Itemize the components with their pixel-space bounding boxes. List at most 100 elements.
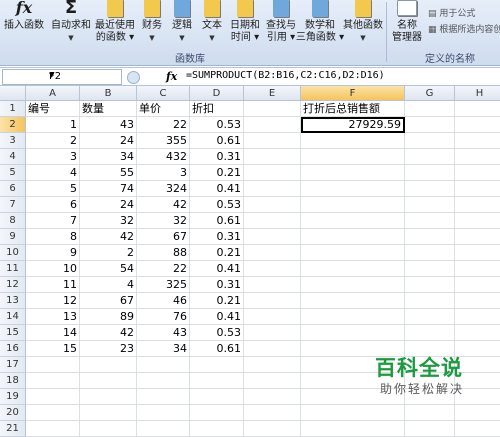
cell-b2[interactable]: 43 bbox=[80, 117, 137, 133]
cell-g11[interactable] bbox=[405, 261, 455, 277]
cell-d6[interactable]: 0.41 bbox=[190, 181, 244, 197]
cell-h7[interactable] bbox=[455, 197, 500, 213]
select-all-corner[interactable] bbox=[0, 86, 26, 101]
cell-d15[interactable]: 0.53 bbox=[190, 325, 244, 341]
cell-c2[interactable]: 22 bbox=[137, 117, 190, 133]
cell-e9[interactable] bbox=[244, 229, 301, 245]
column-header-e[interactable]: E bbox=[244, 86, 301, 101]
cell-d12[interactable]: 0.31 bbox=[190, 277, 244, 293]
row-header-6[interactable]: 6 bbox=[0, 181, 26, 197]
cell-e8[interactable] bbox=[244, 213, 301, 229]
cell-b17[interactable] bbox=[80, 357, 137, 373]
cell-h11[interactable] bbox=[455, 261, 500, 277]
cell-b6[interactable]: 74 bbox=[80, 181, 137, 197]
date-time-button[interactable]: 日期和 时间 ▾ bbox=[228, 0, 262, 48]
cell-h3[interactable] bbox=[455, 133, 500, 149]
row-header-8[interactable]: 8 bbox=[0, 213, 26, 229]
cell-d19[interactable] bbox=[190, 389, 244, 405]
cell-d21[interactable] bbox=[190, 421, 244, 437]
cell-c15[interactable]: 43 bbox=[137, 325, 190, 341]
cell-a14[interactable]: 13 bbox=[26, 309, 80, 325]
row-header-4[interactable]: 4 bbox=[0, 149, 26, 165]
cell-c6[interactable]: 324 bbox=[137, 181, 190, 197]
cell-a21[interactable] bbox=[26, 421, 80, 437]
name-box[interactable]: F2 ▼ bbox=[2, 69, 122, 85]
cell-h1[interactable] bbox=[455, 101, 500, 117]
cell-g14[interactable] bbox=[405, 309, 455, 325]
row-header-12[interactable]: 12 bbox=[0, 277, 26, 293]
cell-f13[interactable] bbox=[301, 293, 405, 309]
finance-button[interactable]: 财务 ▼ bbox=[138, 0, 166, 48]
cell-g13[interactable] bbox=[405, 293, 455, 309]
cell-d4[interactable]: 0.31 bbox=[190, 149, 244, 165]
column-header-h[interactable]: H bbox=[455, 86, 500, 101]
cell-c9[interactable]: 67 bbox=[137, 229, 190, 245]
row-header-10[interactable]: 10 bbox=[0, 245, 26, 261]
cell-e1[interactable] bbox=[244, 101, 301, 117]
cell-f15[interactable] bbox=[301, 325, 405, 341]
cell-g3[interactable] bbox=[405, 133, 455, 149]
cell-g10[interactable] bbox=[405, 245, 455, 261]
cell-g5[interactable] bbox=[405, 165, 455, 181]
cell-f3[interactable] bbox=[301, 133, 405, 149]
cell-a3[interactable]: 2 bbox=[26, 133, 80, 149]
cell-h6[interactable] bbox=[455, 181, 500, 197]
cell-a18[interactable] bbox=[26, 373, 80, 389]
cell-c5[interactable]: 3 bbox=[137, 165, 190, 181]
cell-e3[interactable] bbox=[244, 133, 301, 149]
column-header-b[interactable]: B bbox=[80, 86, 137, 101]
cell-e18[interactable] bbox=[244, 373, 301, 389]
cell-e12[interactable] bbox=[244, 277, 301, 293]
cell-g8[interactable] bbox=[405, 213, 455, 229]
cell-e5[interactable] bbox=[244, 165, 301, 181]
cell-d7[interactable]: 0.53 bbox=[190, 197, 244, 213]
cell-d3[interactable]: 0.61 bbox=[190, 133, 244, 149]
cell-g4[interactable] bbox=[405, 149, 455, 165]
row-header-15[interactable]: 15 bbox=[0, 325, 26, 341]
column-header-d[interactable]: D bbox=[190, 86, 244, 101]
cell-f21[interactable] bbox=[301, 421, 405, 437]
name-manager-button[interactable]: 名称 管理器 bbox=[390, 0, 424, 48]
row-header-11[interactable]: 11 bbox=[0, 261, 26, 277]
cell-a2[interactable]: 1 bbox=[26, 117, 80, 133]
cell-e11[interactable] bbox=[244, 261, 301, 277]
cell-h15[interactable] bbox=[455, 325, 500, 341]
create-from-selection-button[interactable]: ▦ 根据所选内容创 bbox=[428, 22, 500, 35]
cell-d18[interactable] bbox=[190, 373, 244, 389]
cell-a1[interactable]: 编号 bbox=[26, 101, 80, 117]
cell-c10[interactable]: 88 bbox=[137, 245, 190, 261]
column-header-c[interactable]: C bbox=[137, 86, 190, 101]
cell-e19[interactable] bbox=[244, 389, 301, 405]
cell-b8[interactable]: 32 bbox=[80, 213, 137, 229]
cell-d8[interactable]: 0.61 bbox=[190, 213, 244, 229]
cell-a8[interactable]: 7 bbox=[26, 213, 80, 229]
cell-e20[interactable] bbox=[244, 405, 301, 421]
cell-c8[interactable]: 32 bbox=[137, 213, 190, 229]
cell-b16[interactable]: 23 bbox=[80, 341, 137, 357]
cell-d11[interactable]: 0.41 bbox=[190, 261, 244, 277]
cell-b11[interactable]: 54 bbox=[80, 261, 137, 277]
cell-c17[interactable] bbox=[137, 357, 190, 373]
cell-g20[interactable] bbox=[405, 405, 455, 421]
cell-d20[interactable] bbox=[190, 405, 244, 421]
cell-g1[interactable] bbox=[405, 101, 455, 117]
cell-a9[interactable]: 8 bbox=[26, 229, 80, 245]
cell-d17[interactable] bbox=[190, 357, 244, 373]
cell-a13[interactable]: 12 bbox=[26, 293, 80, 309]
cell-f7[interactable] bbox=[301, 197, 405, 213]
cell-g6[interactable] bbox=[405, 181, 455, 197]
formula-bar-handle[interactable] bbox=[127, 71, 140, 84]
cell-g9[interactable] bbox=[405, 229, 455, 245]
cell-e6[interactable] bbox=[244, 181, 301, 197]
cell-f1[interactable]: 打折后总销售额 bbox=[301, 101, 405, 117]
insert-function-icon[interactable]: fx bbox=[166, 70, 177, 83]
cell-b20[interactable] bbox=[80, 405, 137, 421]
cell-b12[interactable]: 4 bbox=[80, 277, 137, 293]
cell-g15[interactable] bbox=[405, 325, 455, 341]
cell-c1[interactable]: 单价 bbox=[137, 101, 190, 117]
cell-f5[interactable] bbox=[301, 165, 405, 181]
cell-f8[interactable] bbox=[301, 213, 405, 229]
cell-e17[interactable] bbox=[244, 357, 301, 373]
cell-c13[interactable]: 46 bbox=[137, 293, 190, 309]
row-header-16[interactable]: 16 bbox=[0, 341, 26, 357]
